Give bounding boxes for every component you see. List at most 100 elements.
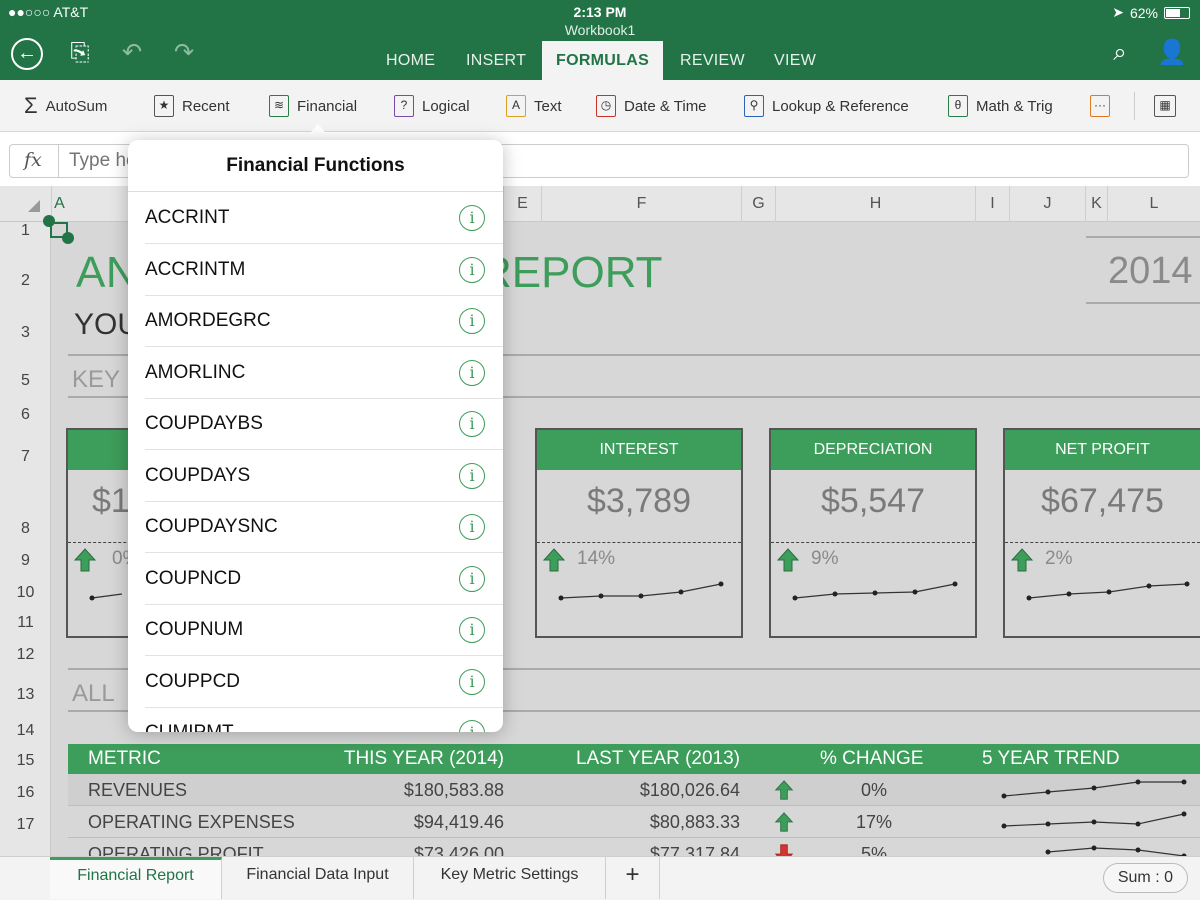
info-icon[interactable]: i — [459, 617, 485, 643]
row-header[interactable]: 7 — [0, 448, 51, 466]
column-header-l[interactable]: L — [1107, 186, 1200, 222]
recent-button[interactable]: ★ Recent — [154, 80, 230, 132]
clock-icon: ◷ — [596, 95, 616, 117]
function-item-coupdays[interactable]: COUPDAYS i — [128, 450, 503, 502]
row-header[interactable]: 8 — [0, 520, 51, 538]
sheet-tab-financial-report[interactable]: Financial Report — [50, 857, 222, 899]
selection-handle[interactable] — [43, 215, 55, 227]
function-item-accrintm[interactable]: ACCRINTM i — [128, 244, 503, 296]
date-time-button[interactable]: ◷ Date & Time — [596, 80, 707, 132]
table-row: REVENUES $180,583.88 $180,026.64 0% — [68, 774, 1200, 806]
function-item-amorlinc[interactable]: AMORLINC i — [128, 347, 503, 399]
metric-card-title: INTEREST — [537, 430, 741, 470]
info-icon[interactable]: i — [459, 668, 485, 695]
row-header[interactable]: 16 — [0, 784, 51, 802]
tab-home[interactable]: HOME — [372, 41, 449, 80]
calculator-icon: ▦ — [1154, 95, 1176, 117]
function-item-amordegrc[interactable]: AMORDEGRC i — [128, 295, 503, 347]
column-header-f[interactable]: F — [541, 186, 741, 222]
info-icon[interactable]: i — [459, 565, 485, 592]
row-header[interactable]: 5 — [0, 372, 51, 390]
function-label: AMORDEGRC — [145, 310, 271, 331]
app-header: ●●○○○ AT&T 2:13 PM ➤ 62% Workbook1 ← ⎘ ↶… — [0, 0, 1200, 80]
sheet-tab-key-metric-settings[interactable]: Key Metric Settings — [414, 857, 606, 899]
column-header-j[interactable]: J — [1009, 186, 1085, 222]
header-change: % CHANGE — [820, 748, 924, 769]
row-header[interactable]: 13 — [0, 686, 51, 704]
column-header-h[interactable]: H — [775, 186, 975, 222]
search-icon[interactable]: ⌕ — [1104, 38, 1136, 70]
row-header[interactable]: 12 — [0, 646, 51, 664]
math-trig-button[interactable]: θ Math & Trig — [948, 80, 1053, 132]
function-item-couppcd[interactable]: COUPPCD i — [128, 656, 503, 708]
recent-label: Recent — [182, 97, 230, 115]
select-all-corner[interactable] — [28, 200, 40, 212]
info-icon[interactable]: i — [459, 256, 485, 283]
selection-handle[interactable] — [62, 232, 74, 244]
row-header[interactable]: 10 — [0, 584, 51, 602]
function-item-cumipmt[interactable]: CUMIPMT i — [128, 707, 503, 732]
column-header-e[interactable]: E — [503, 186, 541, 222]
tab-review[interactable]: REVIEW — [666, 41, 759, 80]
autosum-button[interactable]: Σ AutoSum — [24, 80, 107, 132]
status-sum[interactable]: Sum : 0 — [1102, 863, 1188, 893]
column-header-i[interactable]: I — [975, 186, 1009, 222]
redo-icon[interactable]: ↷ — [168, 38, 200, 70]
sheet-tab-financial-data-input[interactable]: Financial Data Input — [222, 857, 414, 899]
function-item-coupncd[interactable]: COUPNCD i — [128, 553, 503, 605]
row-header[interactable]: 6 — [0, 406, 51, 424]
sparkline — [792, 581, 958, 601]
fx-icon: fx — [24, 149, 42, 171]
trend-sparkline — [1001, 811, 1187, 829]
tab-formulas[interactable]: FORMULAS — [542, 41, 664, 80]
function-item-coupdaysnc[interactable]: COUPDAYSNC i — [128, 501, 503, 553]
row-header[interactable]: 2 — [0, 272, 51, 290]
row-header[interactable]: 9 — [0, 552, 51, 570]
column-header-k[interactable]: K — [1085, 186, 1107, 222]
undo-icon[interactable]: ↶ — [116, 38, 148, 70]
add-sheet-button[interactable]: + — [606, 857, 660, 899]
financial-functions-popover: Financial Functions ACCRINT i ACCRINTM i… — [128, 140, 503, 732]
info-icon[interactable]: i — [459, 514, 485, 540]
sparkline — [1026, 581, 1190, 601]
info-icon[interactable]: i — [459, 205, 485, 231]
function-item-coupdaybs[interactable]: COUPDAYBS i — [128, 398, 503, 450]
cell-last-year: $80,883.33 — [649, 812, 740, 832]
column-header-g[interactable]: G — [741, 186, 775, 222]
row-header[interactable]: 14 — [0, 722, 51, 740]
back-icon[interactable]: ← — [11, 38, 43, 70]
tab-view[interactable]: VIEW — [760, 41, 830, 80]
row-header[interactable]: 15 — [0, 752, 51, 770]
row-header[interactable]: 3 — [0, 324, 51, 342]
theta-icon: θ — [948, 95, 968, 117]
info-icon[interactable]: i — [459, 359, 485, 386]
metrics-table-header: METRIC THIS YEAR (2014) LAST YEAR (2013)… — [68, 744, 1200, 774]
status-time: 2:13 PM — [573, 4, 627, 20]
table-row: OPERATING EXPENSES $94,419.46 $80,883.33… — [68, 806, 1200, 838]
function-label: COUPDAYBS — [145, 413, 263, 434]
function-label: AMORLINC — [145, 361, 246, 383]
share-user-icon[interactable]: 👤 — [1156, 38, 1188, 70]
more-functions-button[interactable]: ··· — [1090, 80, 1110, 132]
lookup-reference-button[interactable]: ⚲ Lookup & Reference — [744, 80, 909, 132]
logical-button[interactable]: ? Logical — [394, 80, 470, 132]
up-arrow-icon — [74, 548, 96, 572]
year-rule — [1086, 236, 1200, 238]
info-icon[interactable]: i — [459, 462, 485, 489]
tab-insert[interactable]: INSERT — [452, 41, 540, 80]
row-header[interactable]: 11 — [0, 614, 51, 632]
function-item-accrint[interactable]: ACCRINT i — [128, 192, 503, 244]
text-button[interactable]: A Text — [506, 80, 562, 132]
function-label: COUPNCD — [145, 567, 242, 589]
info-icon[interactable]: i — [459, 308, 485, 334]
info-icon[interactable]: i — [459, 720, 485, 732]
function-item-coupnum[interactable]: COUPNUM i — [128, 604, 503, 656]
cell-metric: OPERATING EXPENSES — [88, 812, 295, 832]
info-icon[interactable]: i — [459, 411, 485, 437]
row-header[interactable]: 17 — [0, 816, 51, 834]
popover-arrow — [304, 124, 332, 140]
header-last-year: LAST YEAR (2013) — [575, 748, 740, 769]
calculate-button[interactable]: ▦ — [1154, 80, 1176, 132]
more-icon: ··· — [1090, 95, 1110, 117]
file-sync-icon[interactable]: ⎘ — [64, 38, 96, 70]
